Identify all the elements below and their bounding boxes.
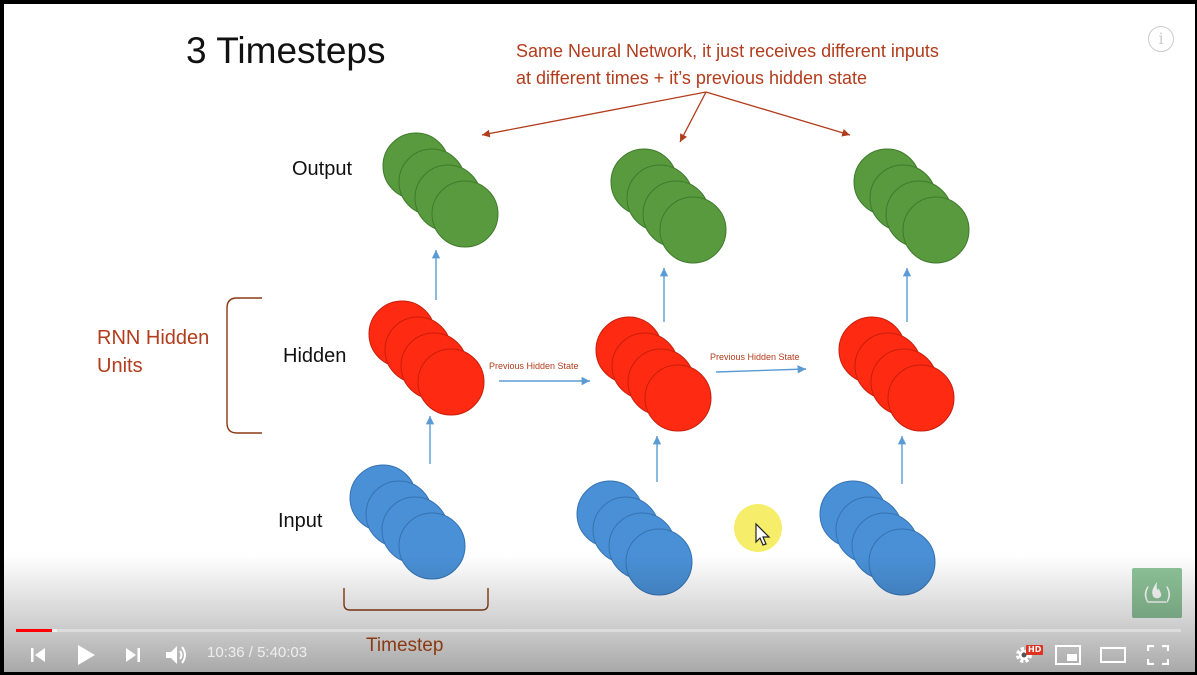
input-neurons-t3 [819, 480, 936, 596]
rnn-bracket [226, 297, 262, 434]
cursor-highlight [734, 504, 782, 552]
previous-hidden-state-label-1: Previous Hidden State [489, 361, 579, 371]
volume-icon [166, 646, 186, 664]
miniplayer-icon [1055, 645, 1081, 665]
input-neurons-t2 [576, 480, 693, 596]
output-neurons-t1 [382, 132, 499, 248]
timestep-label: Timestep [366, 635, 444, 656]
rnn-label-line-2: Units [97, 355, 143, 377]
info-icon[interactable]: i [1148, 26, 1174, 52]
theater-mode-icon [1100, 647, 1126, 663]
hidden-neurons-t1 [368, 300, 485, 416]
volume-button[interactable] [163, 640, 191, 670]
skip-previous-icon [31, 648, 45, 662]
play-icon [78, 645, 95, 665]
video-player[interactable]: 3 Timesteps Same Neural Network, it just… [0, 0, 1197, 675]
skip-previous-button[interactable] [26, 640, 50, 670]
output-neurons-t3 [853, 148, 970, 264]
skip-next-icon [126, 648, 140, 662]
skip-next-button[interactable] [121, 640, 145, 670]
fullscreen-button[interactable] [1143, 640, 1173, 670]
hidden-neurons-t2 [595, 316, 712, 432]
annotation-line-1: Same Neural Network, it just receives di… [516, 41, 939, 61]
video-frame: 3 Timesteps Same Neural Network, it just… [4, 4, 1195, 672]
hidden-label: Hidden [283, 345, 347, 367]
mouse-pointer-icon [755, 522, 771, 546]
current-time: 10:36 [207, 644, 245, 661]
slide-title: 3 Timesteps [186, 30, 386, 71]
hd-badge: HD [1026, 645, 1044, 655]
time-display: 10:36 / 5:40:03 [207, 644, 307, 661]
output-neurons-t2 [610, 148, 727, 264]
annotation-line-2: at different times + it’s previous hidde… [516, 68, 868, 88]
fullscreen-icon [1147, 645, 1169, 665]
input-label: Input [278, 510, 323, 532]
play-button[interactable] [72, 640, 100, 670]
previous-hidden-state-label-2: Previous Hidden State [710, 352, 800, 362]
rnn-label-line-1: RNN Hidden [97, 327, 210, 349]
freecodecamp-flame-icon: ( ) [1141, 582, 1174, 605]
input-neurons-t1 [349, 464, 466, 580]
freecodecamp-logo: ( ) [1132, 568, 1182, 618]
miniplayer-button[interactable] [1053, 640, 1083, 670]
annotation-text: Same Neural Network, it just receives di… [516, 38, 939, 92]
progress-bar[interactable] [16, 629, 1181, 632]
time-separator: / [244, 644, 258, 661]
hidden-neurons-t3 [838, 316, 955, 432]
duration: 5:40:03 [257, 644, 308, 661]
output-label: Output [292, 158, 353, 180]
annotation-arrows [481, 91, 851, 143]
rnn-hidden-units-label: RNN Hidden Units [97, 324, 209, 380]
theater-mode-button[interactable] [1098, 640, 1128, 670]
timestep-bracket [343, 588, 489, 611]
progress-played [16, 629, 53, 632]
